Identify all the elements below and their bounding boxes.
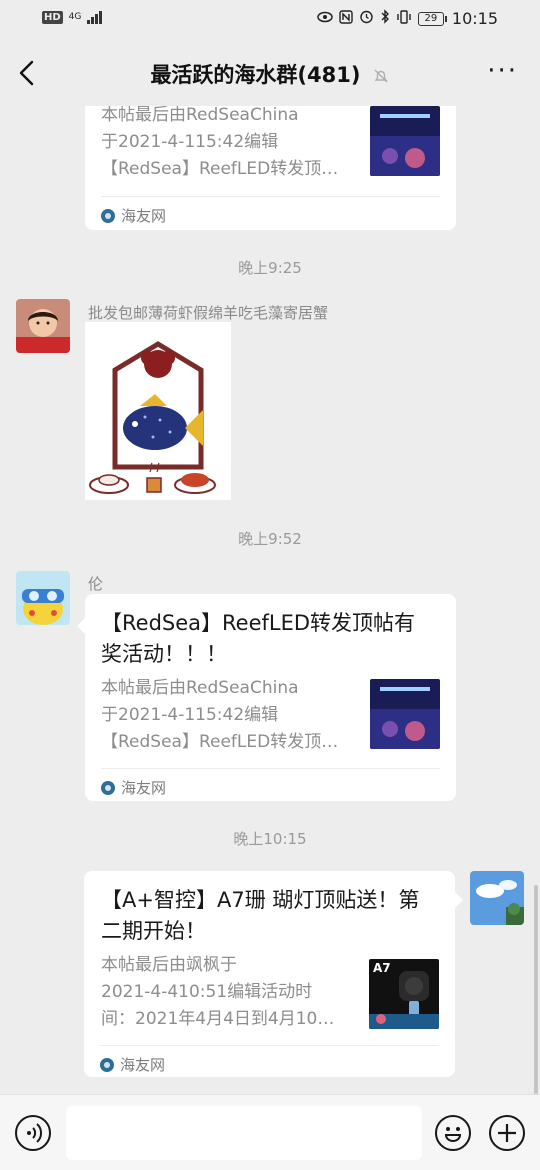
status-right: 29 10:15 <box>317 9 498 28</box>
network-label: 4G <box>68 11 82 22</box>
emoji-icon <box>444 1127 462 1142</box>
card-title: 【RedSea】ReefLED转发顶帖有 奖活动！！！ <box>101 608 446 670</box>
chat-title: 最活跃的海水群(481) <box>150 63 361 87</box>
emoji-button[interactable] <box>435 1115 471 1151</box>
plus-icon <box>498 1124 516 1142</box>
card-desc-line: 本帖最后由飒枫于 <box>101 955 237 975</box>
card-desc-line: 2021-4-410:51编辑活动时 <box>101 982 313 1002</box>
nfc-icon <box>339 9 353 28</box>
card-thumbnail <box>370 679 440 749</box>
source-icon <box>100 1057 114 1072</box>
card-source: 海友网 <box>101 196 440 226</box>
bell-off-icon <box>372 67 390 89</box>
battery-icon: 29 <box>417 11 447 26</box>
card-desc: 本帖最后由RedSeaChina 于2021-4-115:42编辑 【RedSe… <box>101 106 351 183</box>
card-desc: 本帖最后由RedSeaChina 于2021-4-115:42编辑 【RedSe… <box>101 675 351 756</box>
source-icon <box>101 780 115 795</box>
timestamp: 晚上9:52 <box>238 530 302 548</box>
clock: 10:15 <box>451 9 498 28</box>
bubble-tail <box>77 618 85 634</box>
title-wrap: 最活跃的海水群(481) <box>0 59 540 89</box>
avatar[interactable] <box>16 299 70 353</box>
card-desc-line: 本帖最后由RedSeaChina <box>101 106 299 125</box>
card-desc: 本帖最后由飒枫于 2021-4-410:51编辑活动时 间：2021年4月4日到… <box>101 952 361 1033</box>
card-title-line: 奖活动！！！ <box>101 642 227 666</box>
plus-button[interactable] <box>489 1115 525 1151</box>
link-card[interactable]: 【RedSea】ReefLED转发顶帖有 奖活动！！！ 本帖最后由RedSeaC… <box>85 594 456 801</box>
voice-button[interactable] <box>15 1115 51 1151</box>
message-list[interactable]: 本帖最后由RedSeaChina 于2021-4-115:42编辑 【RedSe… <box>0 106 540 1094</box>
status-left: HD 4G <box>42 10 103 24</box>
card-desc-line: 于2021-4-115:42编辑 <box>101 132 279 152</box>
eye-icon <box>317 11 333 27</box>
vibrate-icon <box>396 9 412 28</box>
card-thumbnail <box>370 106 440 176</box>
card-desc-line: 于2021-4-115:42编辑 <box>101 705 279 725</box>
scrollbar[interactable] <box>534 885 538 1094</box>
bubble-tail <box>455 892 463 908</box>
card-source: 海友网 <box>100 1045 439 1075</box>
card-source-name: 海友网 <box>120 1056 166 1074</box>
card-source: 海友网 <box>101 768 440 798</box>
card-source-name: 海友网 <box>121 207 167 225</box>
more-button[interactable]: ··· <box>487 58 518 84</box>
card-title-line: 【A+智控】A7珊 瑚灯顶贴送！第 <box>101 888 420 912</box>
sender-name: 批发包邮薄荷虾假绵羊吃毛藻寄居蟹 <box>88 304 329 322</box>
alarm-icon <box>359 9 374 28</box>
card-title-line: 二期开始！ <box>101 919 206 943</box>
sender-name: 伦 <box>88 575 104 593</box>
card-thumbnail: A7 <box>369 959 439 1029</box>
avatar[interactable] <box>16 571 70 625</box>
fish-image <box>85 322 231 500</box>
bluetooth-icon <box>380 9 390 28</box>
card-desc-line: 间：2021年4月4日到4月10… <box>101 1009 335 1029</box>
link-card[interactable]: 【A+智控】A7珊 瑚灯顶贴送！第 二期开始！ 本帖最后由飒枫于 2021-4-… <box>84 871 455 1077</box>
card-desc-line: 【RedSea】ReefLED转发顶… <box>101 732 339 752</box>
input-bar <box>0 1094 540 1170</box>
card-title-line: 【RedSea】ReefLED转发顶帖有 <box>101 611 416 635</box>
image-message[interactable] <box>85 322 231 500</box>
link-card[interactable]: 本帖最后由RedSeaChina 于2021-4-115:42编辑 【RedSe… <box>85 106 456 230</box>
chat-header: 最活跃的海水群(481) ··· <box>0 40 540 106</box>
source-icon <box>101 208 115 223</box>
hd-badge: HD <box>42 10 63 24</box>
card-title: 【A+智控】A7珊 瑚灯顶贴送！第 二期开始！ <box>101 885 446 947</box>
card-desc-line: 【RedSea】ReefLED转发顶… <box>101 159 339 179</box>
message-input[interactable] <box>66 1106 422 1160</box>
timestamp: 晚上9:25 <box>238 259 302 277</box>
timestamp: 晚上10:15 <box>233 830 307 848</box>
status-bar: HD 4G 29 10:15 <box>0 0 540 40</box>
avatar[interactable] <box>470 871 524 925</box>
thumb-label: A7 <box>373 961 391 975</box>
voice-icon <box>27 1123 43 1143</box>
signal-icon <box>87 10 103 24</box>
card-desc-line: 本帖最后由RedSeaChina <box>101 678 299 698</box>
card-source-name: 海友网 <box>121 779 167 797</box>
